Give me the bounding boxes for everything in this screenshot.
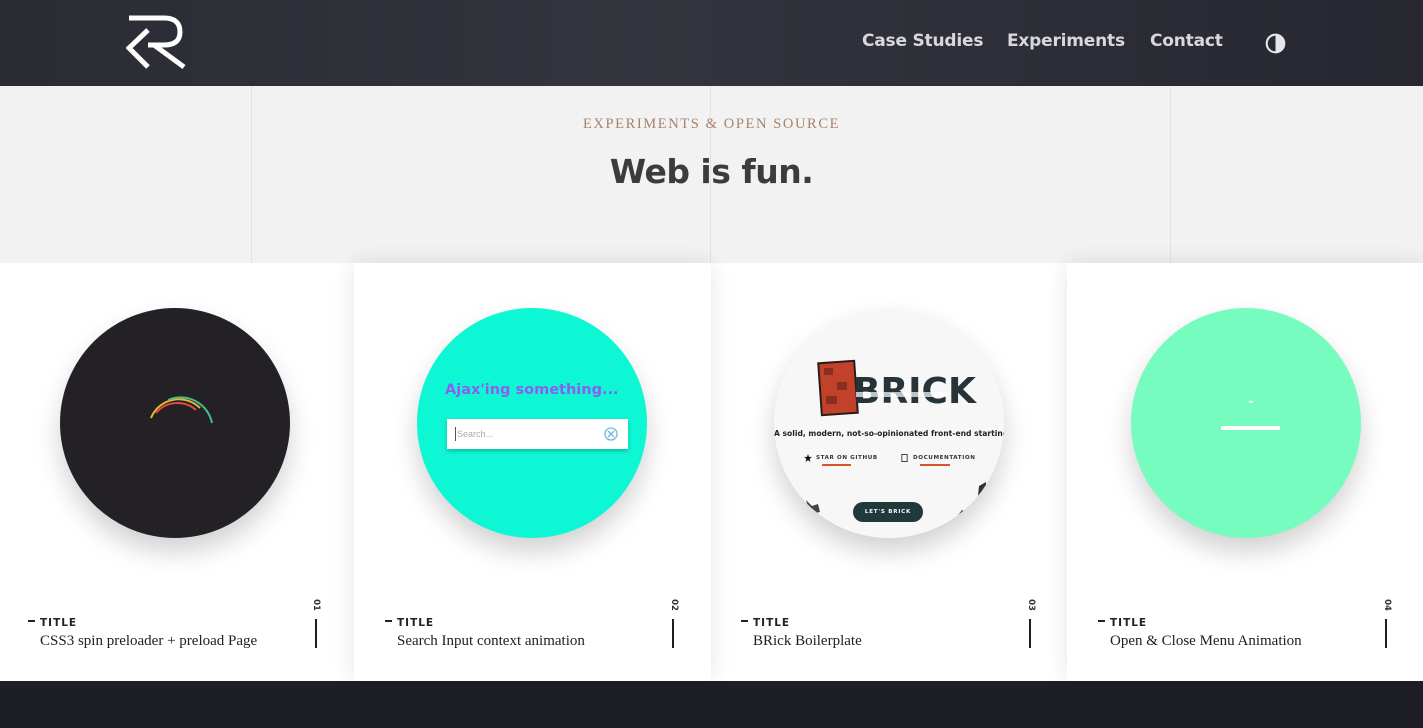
card-title-label: TITLE: [28, 617, 77, 629]
card-number: 01: [311, 599, 321, 611]
nav-contact[interactable]: Contact: [1150, 31, 1223, 51]
card-number: 03: [1026, 599, 1036, 611]
preview-heading: Ajax'ing something...: [445, 382, 619, 398]
brick-docs-link: DOCUMENTATION: [913, 455, 976, 461]
site-header: Case Studies Experiments Contact: [0, 0, 1423, 86]
r-logo-icon[interactable]: [126, 14, 188, 70]
experiment-card[interactable]: TITLE CSS3 spin preloader + preload Page…: [0, 263, 354, 681]
hero-section: EXPERIMENTS & OPEN SOURCE Web is fun.: [0, 86, 1423, 263]
card-title-label: TITLE: [741, 617, 790, 629]
menu-lines-icon: [1221, 401, 1280, 430]
card-name[interactable]: CSS3 spin preloader + preload Page: [40, 633, 257, 650]
card-name[interactable]: Search Input context animation: [397, 633, 585, 650]
brick-cta-button: LET'S BRICK: [853, 502, 923, 522]
page-title: Web is fun.: [609, 152, 814, 191]
experiment-card[interactable]: BRICK A solid, modern, not-so-opinionate…: [711, 263, 1067, 681]
contrast-icon[interactable]: [1265, 33, 1286, 54]
card-divider-bar: [1029, 619, 1031, 648]
card-divider-bar: [1385, 619, 1387, 648]
hero-eyebrow: EXPERIMENTS & OPEN SOURCE: [582, 116, 841, 132]
document-icon: [901, 454, 908, 462]
brick-description: A solid, modern, not-so-opinionated fron…: [774, 429, 1004, 438]
brick-github-link: STAR ON GITHUB: [816, 455, 878, 461]
card-name[interactable]: Open & Close Menu Animation: [1110, 633, 1302, 650]
card-number: 02: [669, 599, 679, 611]
loading-clear-icon: [604, 427, 618, 441]
preview-search-box: [447, 419, 628, 449]
card-number: 04: [1382, 599, 1392, 611]
experiment-card[interactable]: Ajax'ing something... TITLE Search Input…: [354, 263, 711, 681]
card-preview-circle[interactable]: BRICK A solid, modern, not-so-opinionate…: [774, 308, 1004, 538]
card-preview-circle[interactable]: [60, 308, 290, 538]
link-underline: [822, 464, 851, 466]
star-icon: [804, 454, 812, 462]
nav-experiments[interactable]: Experiments: [1007, 31, 1125, 51]
card-divider-bar: [315, 619, 317, 648]
card-title-label: TITLE: [1098, 617, 1147, 629]
experiment-card[interactable]: TITLE Open & Close Menu Animation 04: [1067, 263, 1423, 681]
nav-case-studies[interactable]: Case Studies: [862, 31, 983, 51]
preview-search-input[interactable]: [455, 427, 595, 441]
card-divider-bar: [672, 619, 674, 648]
spinner-preloader-icon: [150, 396, 213, 424]
card-preview-circle[interactable]: [1131, 308, 1361, 538]
site-footer: [0, 681, 1423, 728]
svg-text:BRICK: BRICK: [853, 371, 977, 412]
card-name[interactable]: BRick Boilerplate: [753, 633, 862, 650]
experiments-grid: TITLE CSS3 spin preloader + preload Page…: [0, 263, 1423, 681]
card-preview-circle[interactable]: Ajax'ing something...: [417, 308, 647, 538]
card-title-label: TITLE: [385, 617, 434, 629]
link-underline: [920, 464, 950, 466]
